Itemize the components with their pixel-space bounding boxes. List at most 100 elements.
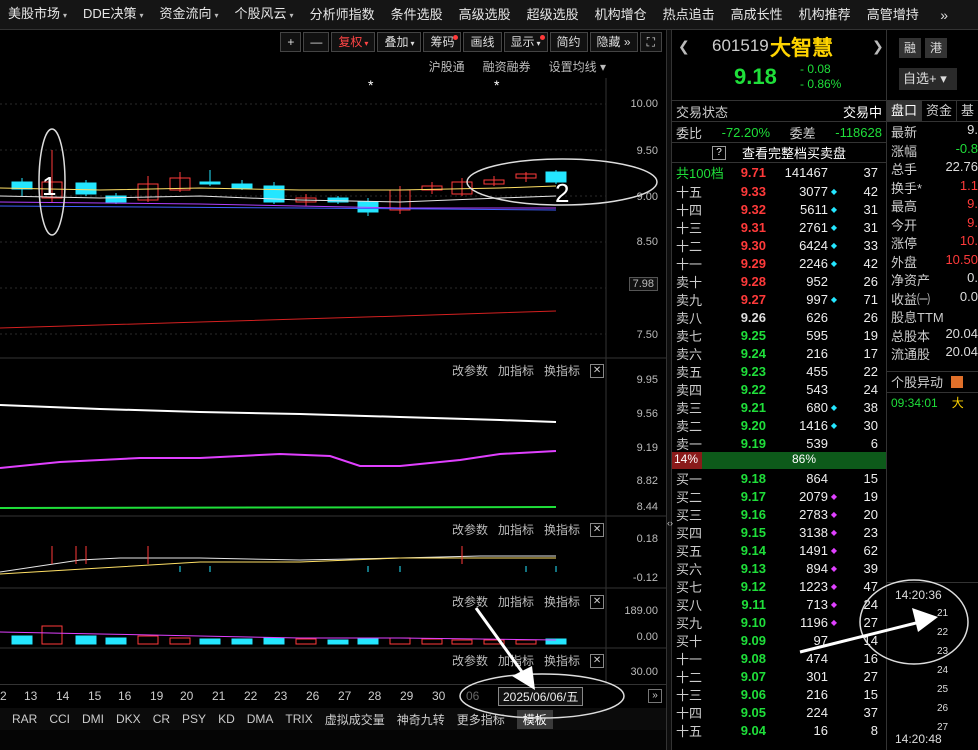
bid-row[interactable]: 十三 9.06 216 15: [672, 685, 886, 703]
indicator-tab[interactable]: CR: [153, 712, 170, 726]
indicator-tab[interactable]: 更多指标: [457, 711, 505, 728]
menu-item[interactable]: 高成长性: [723, 0, 791, 30]
prev-stock-icon[interactable]: ❮: [678, 38, 690, 55]
menu-item[interactable]: 超级选股: [519, 0, 587, 30]
indicator-tab[interactable]: DMA: [247, 712, 274, 726]
bid-row[interactable]: 买三 9.16 2783 ◆ 20: [672, 505, 886, 523]
ask-row[interactable]: 十四 9.32 5611 ◆ 31: [672, 200, 886, 218]
help-icon[interactable]: ?: [711, 145, 726, 160]
menu-item[interactable]: 分析师指数: [302, 0, 383, 30]
bid-row[interactable]: 十一 9.08 474 16: [672, 649, 886, 667]
huaxian-button[interactable]: 画线: [463, 32, 502, 52]
chouma-button[interactable]: 筹码: [423, 32, 462, 52]
alert-item[interactable]: 09:34:01 大: [887, 393, 978, 413]
yincang-button[interactable]: 隐藏 »: [589, 32, 638, 52]
close-icon[interactable]: ✕: [590, 522, 605, 537]
edit-params-button[interactable]: 改参数: [452, 652, 488, 669]
full-book-button[interactable]: ? 查看完整档买卖盘: [672, 142, 886, 162]
bid-row[interactable]: 买五 9.14 1491 ◆ 62: [672, 541, 886, 559]
zoom-in-button[interactable]: +: [280, 32, 302, 52]
ask-row[interactable]: 卖十 9.28 952 26: [672, 272, 886, 290]
ask-row[interactable]: 十二 9.30 6424 ◆ 33: [672, 236, 886, 254]
bid-row[interactable]: 买四 9.15 3138 ◆ 23: [672, 523, 886, 541]
close-icon[interactable]: ✕: [590, 363, 605, 378]
next-stock-icon[interactable]: ❯: [872, 38, 884, 55]
jianyue-button[interactable]: 简约: [549, 32, 588, 52]
diejia-dropdown[interactable]: 叠加 ▾: [377, 32, 422, 52]
fuquan-dropdown[interactable]: 复权 ▾: [331, 32, 376, 52]
hk-connect-tag[interactable]: 港: [925, 38, 947, 58]
menu-item[interactable]: 高级选股: [451, 0, 519, 30]
menu-item[interactable]: 机构推荐: [791, 0, 859, 30]
tab-zijin[interactable]: 资金: [922, 101, 958, 121]
ask-row[interactable]: 卖七 9.25 595 19: [672, 326, 886, 344]
ask-row[interactable]: 卖九 9.27 997 ◆ 71: [672, 290, 886, 308]
add-indicator-button[interactable]: 加指标: [498, 521, 534, 538]
bid-row[interactable]: 十四 9.05 224 37: [672, 703, 886, 721]
zoom-out-button[interactable]: —: [303, 32, 330, 52]
add-indicator-button[interactable]: 加指标: [498, 652, 534, 669]
indicator-tab[interactable]: KD: [218, 712, 235, 726]
alert-checkbox[interactable]: [951, 375, 964, 388]
menu-item[interactable]: 资金流向 ▾: [152, 0, 227, 31]
menu-item[interactable]: 机构增仓: [587, 0, 655, 30]
bid-row[interactable]: 买十 9.09 97 14: [672, 631, 886, 649]
indicator-tab[interactable]: TRIX: [285, 712, 312, 726]
switch-indicator-button[interactable]: 换指标: [544, 652, 580, 669]
xianshi-dropdown[interactable]: 显示 ▾: [503, 32, 548, 52]
bid-row[interactable]: 十五 9.04 16 8: [672, 721, 886, 739]
menu-item[interactable]: 条件选股: [383, 0, 451, 30]
indicator-tab[interactable]: 神奇九转: [397, 711, 445, 728]
switch-indicator-button[interactable]: 换指标: [544, 593, 580, 610]
bid-row[interactable]: 买七 9.12 1223 ◆ 47: [672, 577, 886, 595]
ask-row[interactable]: 卖四 9.22 543 24: [672, 380, 886, 398]
hugutong-link[interactable]: 沪股通: [429, 58, 465, 75]
indicator-tab[interactable]: DMI: [82, 712, 104, 726]
edit-params-button[interactable]: 改参数: [452, 521, 488, 538]
menu-item[interactable]: 高管增持: [859, 0, 927, 30]
tab-pankou[interactable]: 盘口: [887, 101, 923, 121]
indicator-tab[interactable]: 虚拟成交量: [325, 711, 385, 728]
horizontal-scrollbar[interactable]: [0, 730, 666, 750]
ask-row[interactable]: 卖一 9.19 539 6: [672, 434, 886, 452]
bid-row[interactable]: 买九 9.10 1196 ◆ 27: [672, 613, 886, 631]
indicator-tab[interactable]: CCI: [49, 712, 70, 726]
menu-item[interactable]: DDE决策 ▾: [75, 0, 151, 31]
add-watchlist-dropdown[interactable]: 自选+ ▾: [899, 68, 957, 90]
menu-item[interactable]: 个股风云 ▾: [227, 0, 302, 31]
ask-row[interactable]: 十一 9.29 2246 ◆ 42: [672, 254, 886, 272]
ask-row[interactable]: 十三 9.31 2761 ◆ 31: [672, 218, 886, 236]
add-indicator-button[interactable]: 加指标: [498, 593, 534, 610]
switch-indicator-button[interactable]: 换指标: [544, 362, 580, 379]
ask-row[interactable]: 卖八 9.26 626 26: [672, 308, 886, 326]
menu-item[interactable]: 美股市场 ▾: [0, 0, 75, 31]
fullscreen-icon[interactable]: ⛶: [639, 32, 662, 52]
bid-row[interactable]: 买一 9.18 864 15: [672, 469, 886, 487]
ask-row[interactable]: 卖五 9.23 455 22: [672, 362, 886, 380]
edit-params-button[interactable]: 改参数: [452, 593, 488, 610]
ma-settings-dropdown[interactable]: 设置均线 ▾: [549, 58, 606, 75]
chart-area[interactable]: * * 10.00 9.50 9.00 8.50 7.98 7.50 改参数 加指…: [0, 78, 666, 684]
scroll-right-icon[interactable]: »: [648, 689, 662, 703]
ask-row[interactable]: 十五 9.33 3077 ◆ 42: [672, 182, 886, 200]
close-icon[interactable]: ✕: [590, 653, 605, 668]
tab-jiben[interactable]: 基: [957, 101, 978, 121]
ask-row[interactable]: 卖三 9.21 680 ◆ 38: [672, 398, 886, 416]
add-indicator-button[interactable]: 加指标: [498, 362, 534, 379]
bid-row[interactable]: 买八 9.11 713 ◆ 24: [672, 595, 886, 613]
indicator-tab[interactable]: 模板: [516, 709, 553, 729]
margin-trading-link[interactable]: 融资融券: [483, 58, 531, 75]
ask-row[interactable]: 卖六 9.24 216 17: [672, 344, 886, 362]
bid-row[interactable]: 十二 9.07 301 27: [672, 667, 886, 685]
switch-indicator-button[interactable]: 换指标: [544, 521, 580, 538]
bid-row[interactable]: 买二 9.17 2079 ◆ 19: [672, 487, 886, 505]
menu-more-icon[interactable]: »: [940, 0, 948, 30]
menu-item[interactable]: 热点追击: [655, 0, 723, 30]
indicator-tab[interactable]: PSY: [182, 712, 206, 726]
margin-tag[interactable]: 融: [899, 38, 921, 58]
close-icon[interactable]: ✕: [590, 594, 605, 609]
indicator-tab[interactable]: RAR: [12, 712, 37, 726]
bid-row[interactable]: 买六 9.13 894 ◆ 39: [672, 559, 886, 577]
edit-params-button[interactable]: 改参数: [452, 362, 488, 379]
indicator-tab[interactable]: DKX: [116, 712, 141, 726]
